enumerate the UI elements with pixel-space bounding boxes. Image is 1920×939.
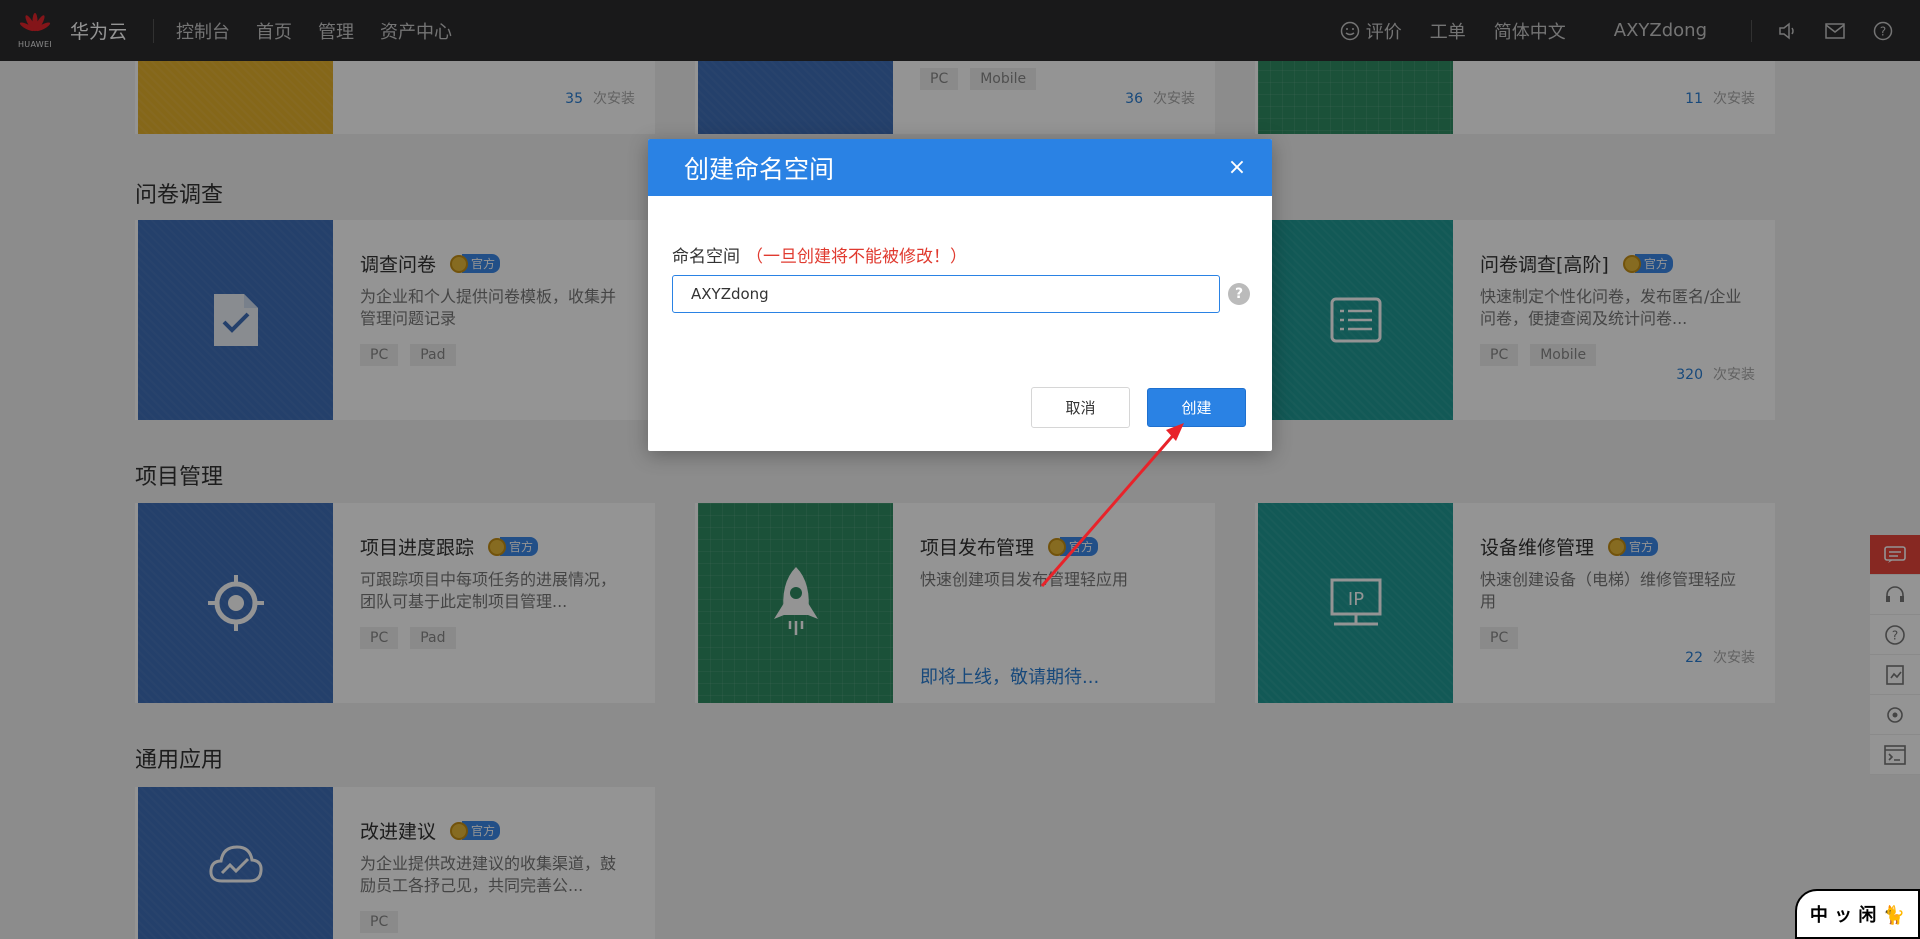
- dialog-title: 创建命名空间: [684, 154, 835, 184]
- namespace-input[interactable]: [672, 275, 1220, 313]
- close-icon[interactable]: ×: [1226, 155, 1248, 180]
- cancel-button[interactable]: 取消: [1031, 387, 1130, 428]
- watermark: 中 ッ 闲 🐈: [1795, 889, 1920, 939]
- create-namespace-dialog: 创建命名空间 × 命名空间 （一旦创建将不能被修改！） ? 取消 创建: [648, 139, 1272, 451]
- create-button[interactable]: 创建: [1147, 388, 1246, 427]
- namespace-label: 命名空间 （一旦创建将不能被修改！）: [672, 242, 967, 267]
- namespace-warning: （一旦创建将不能被修改！）: [746, 247, 967, 267]
- dialog-header: 创建命名空间: [648, 139, 1272, 196]
- help-question-icon[interactable]: ?: [1228, 283, 1250, 305]
- namespace-label-text: 命名空间: [672, 247, 740, 267]
